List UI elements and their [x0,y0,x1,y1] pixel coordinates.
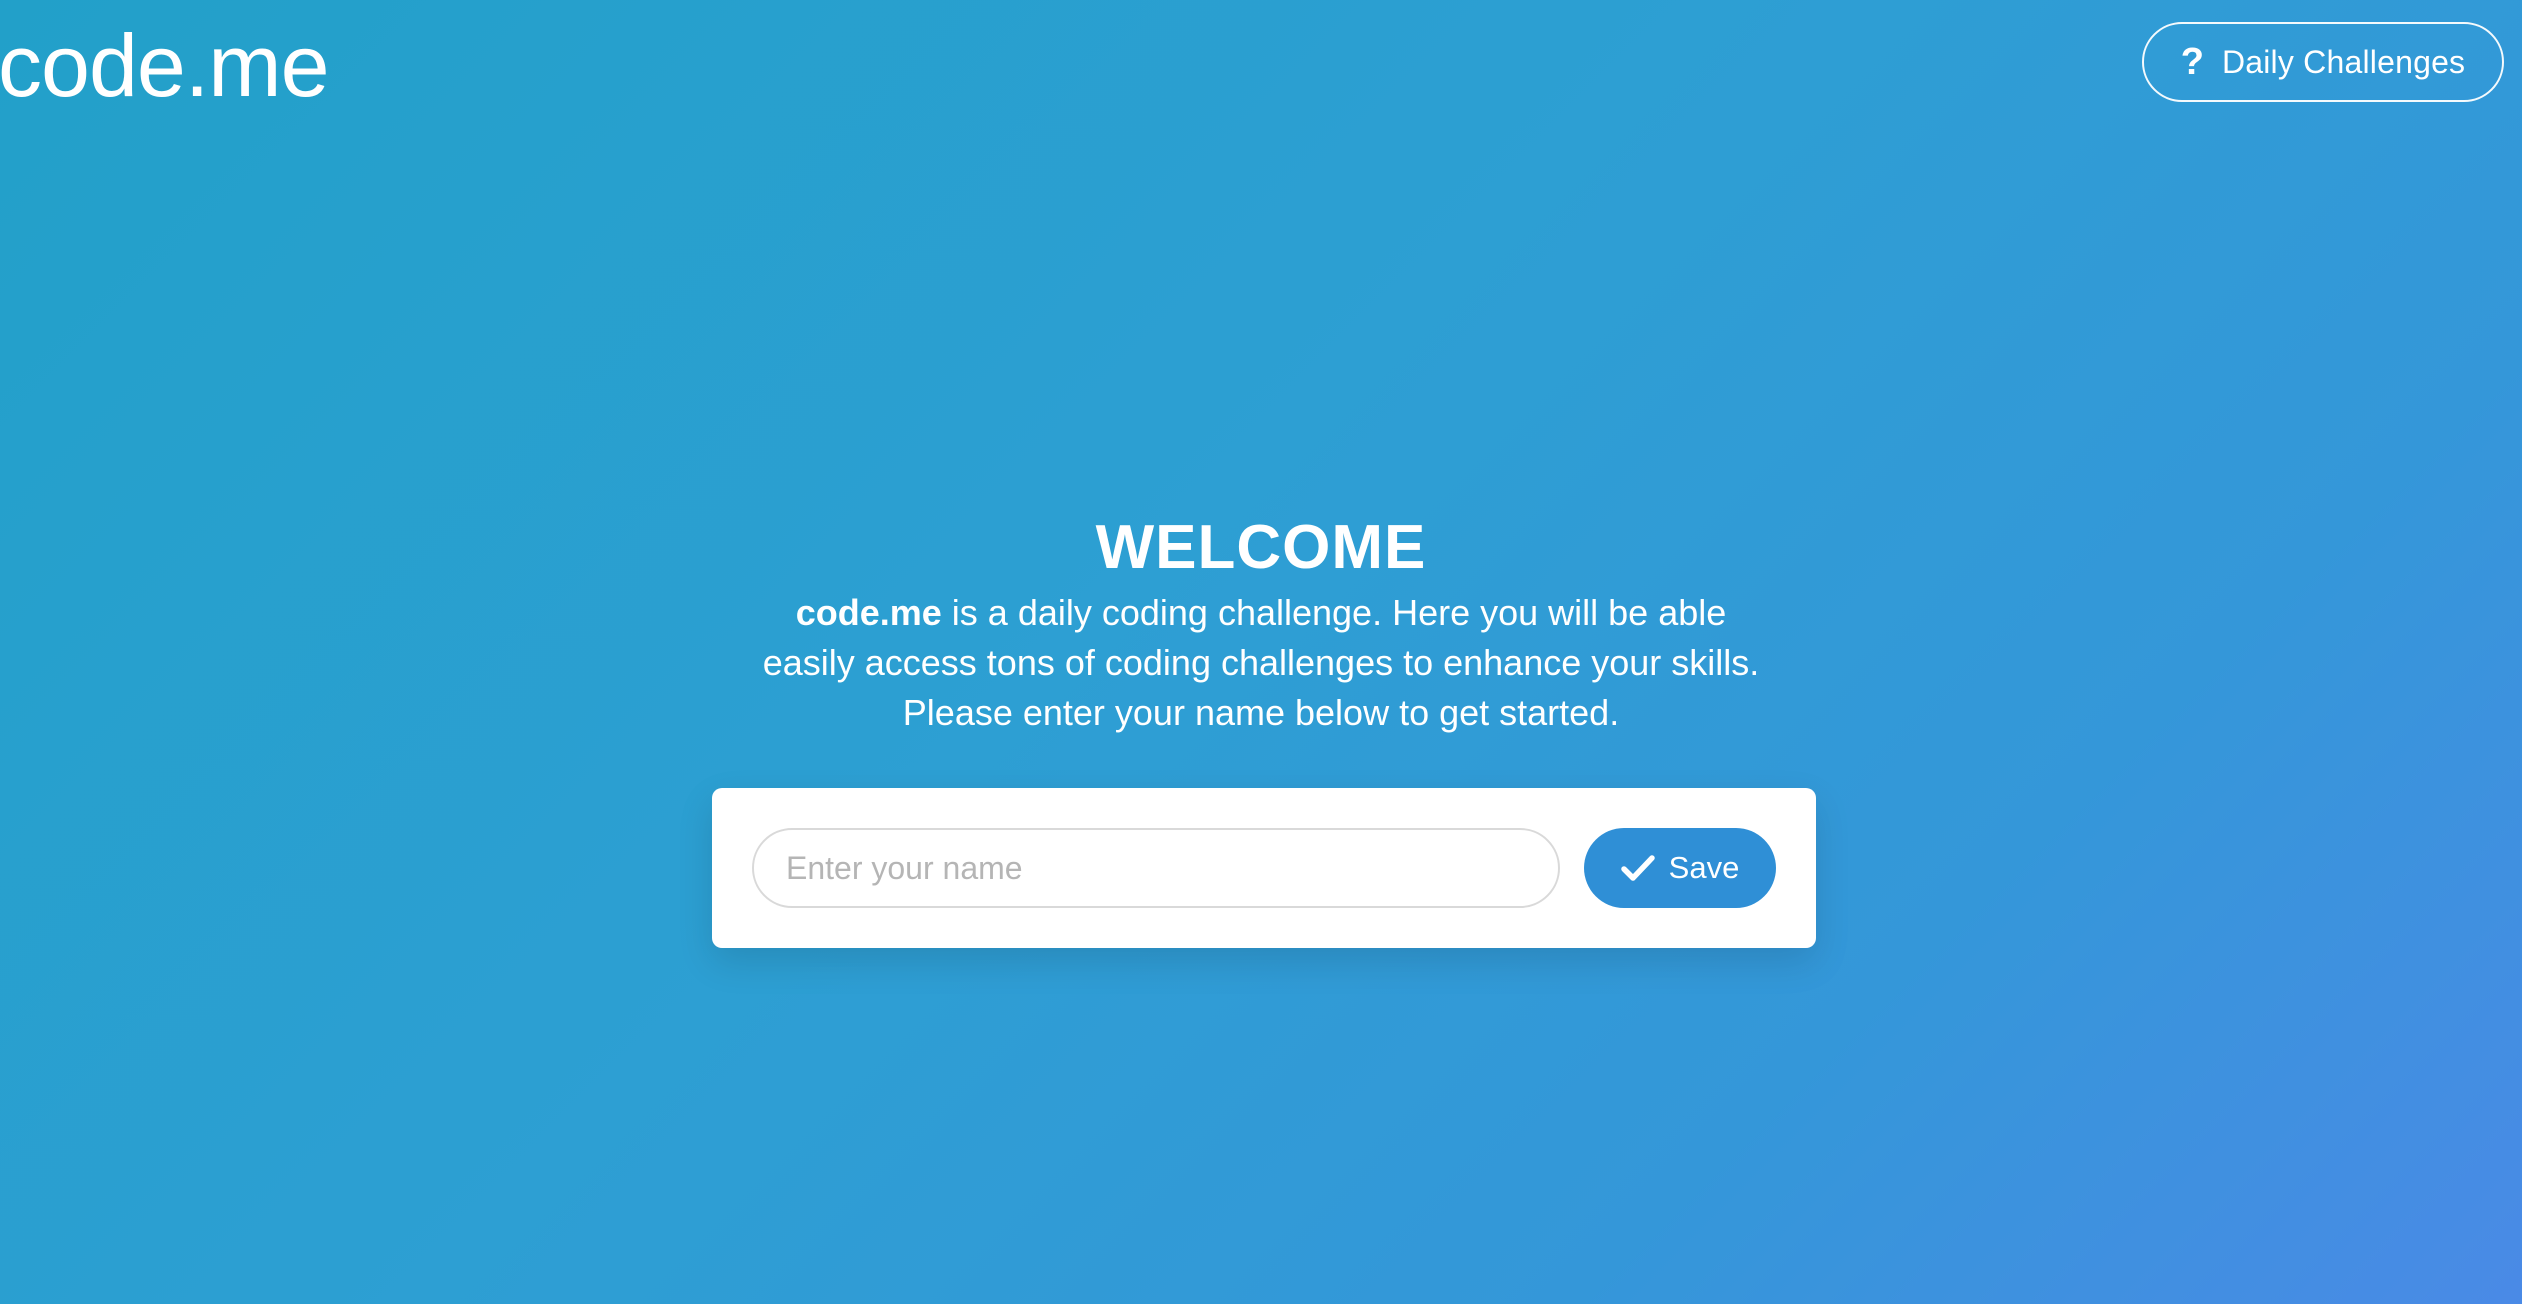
daily-challenges-label: Daily Challenges [2221,43,2466,80]
welcome-title: WELCOME [1095,513,1427,582]
welcome-intro: code.me is a daily coding challenge. Her… [701,588,1821,738]
intro-line-1-text: is a daily coding challenge. Here you wi… [941,592,1727,633]
intro-brand: code.me [795,592,942,633]
save-label: Save [1668,850,1740,885]
name-input[interactable] [752,828,1560,908]
welcome-section: WELCOME code.me is a daily coding challe… [0,508,2522,738]
intro-line-3: Please enter your name below to get star… [902,692,1620,733]
save-button[interactable]: Save [1584,828,1776,908]
logo[interactable]: code.me [0,14,330,118]
intro-line-2: easily access tons of coding challenges … [762,642,1760,683]
daily-challenges-button[interactable]: ? Daily Challenges [2142,22,2504,102]
intro-line-1: code.me is a daily coding challenge. Her… [701,588,1821,638]
check-icon [1620,855,1655,881]
question-icon: ? [2180,41,2204,83]
name-form-card: Save [712,788,1816,948]
